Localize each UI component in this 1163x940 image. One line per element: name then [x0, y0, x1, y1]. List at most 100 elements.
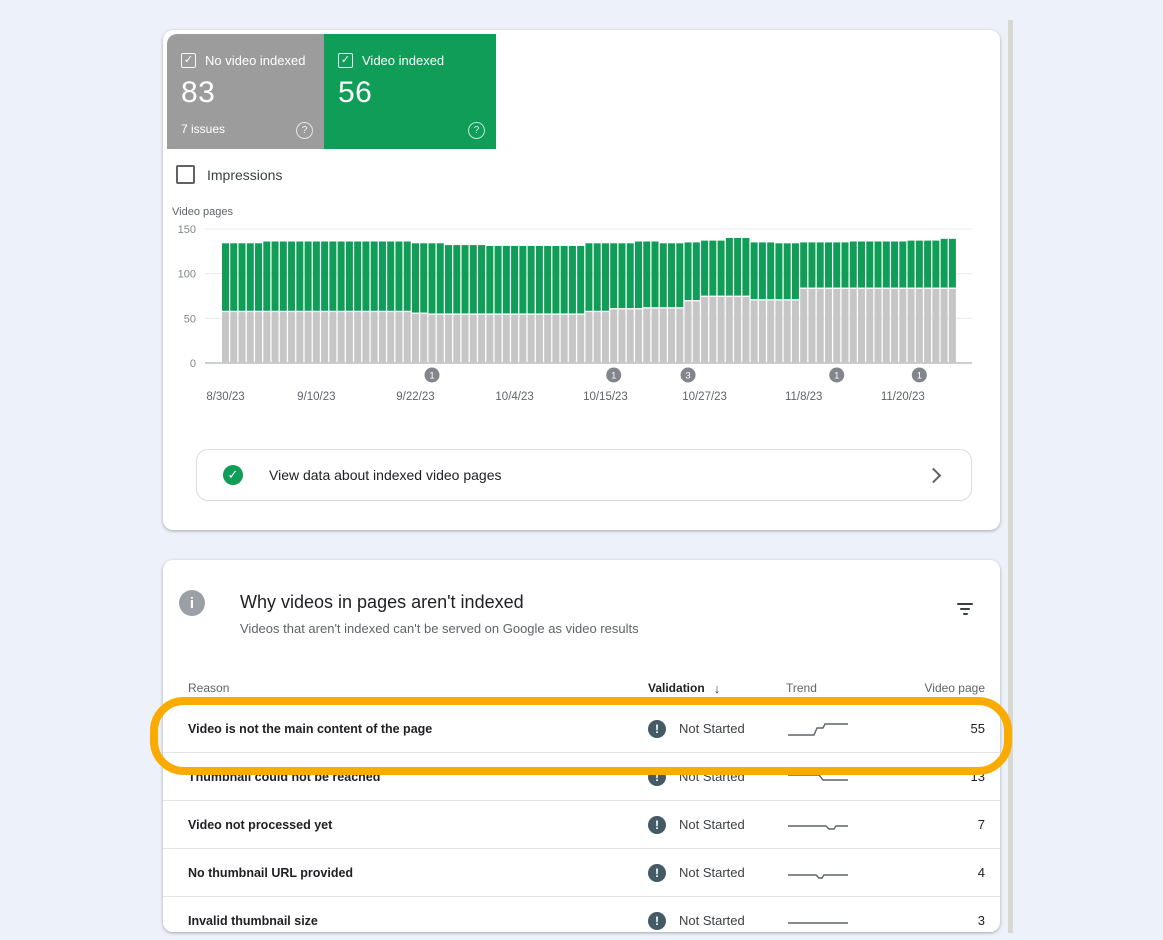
bar-segment-no-video[interactable]	[222, 312, 229, 363]
bar-segment-video[interactable]	[272, 242, 279, 311]
bar-segment-no-video[interactable]	[362, 312, 369, 363]
bar-segment-no-video[interactable]	[800, 289, 807, 363]
bar-segment-no-video[interactable]	[908, 289, 915, 363]
bar-segment-no-video[interactable]	[503, 315, 510, 363]
bar-segment-video[interactable]	[296, 242, 303, 311]
bar-segment-video[interactable]	[288, 242, 295, 311]
bar-segment-no-video[interactable]	[676, 309, 683, 363]
no-video-indexed-box[interactable]: ✓ No video indexed 83 7 issues ?	[167, 34, 324, 149]
bar-segment-no-video[interactable]	[395, 312, 402, 363]
bar-segment-video[interactable]	[676, 243, 683, 307]
bar-segment-no-video[interactable]	[726, 297, 733, 363]
bar-segment-video[interactable]	[932, 241, 939, 288]
bar-segment-no-video[interactable]	[445, 315, 452, 363]
bar-segment-video[interactable]	[800, 242, 807, 287]
bar-segment-video[interactable]	[313, 242, 320, 311]
bar-segment-no-video[interactable]	[239, 312, 246, 363]
bar-segment-no-video[interactable]	[932, 289, 939, 363]
bar-segment-video[interactable]	[693, 242, 700, 300]
bar-segment-video[interactable]	[478, 245, 485, 313]
bar-segment-no-video[interactable]	[916, 289, 923, 363]
bar-segment-video[interactable]	[486, 246, 493, 313]
bar-segment-video[interactable]	[379, 242, 386, 311]
bar-segment-no-video[interactable]	[891, 289, 898, 363]
bar-segment-video[interactable]	[280, 242, 287, 311]
bar-segment-no-video[interactable]	[321, 312, 328, 363]
bar-segment-no-video[interactable]	[379, 312, 386, 363]
bar-segment-no-video[interactable]	[883, 289, 890, 363]
help-icon[interactable]: ?	[296, 122, 313, 139]
bar-segment-no-video[interactable]	[618, 309, 625, 363]
bar-segment-video[interactable]	[371, 242, 378, 311]
bar-segment-video[interactable]	[338, 242, 345, 311]
bar-segment-video[interactable]	[222, 243, 229, 310]
bar-segment-video[interactable]	[536, 246, 543, 313]
bar-segment-video[interactable]	[247, 243, 254, 310]
bar-segment-no-video[interactable]	[255, 312, 262, 363]
bar-segment-video[interactable]	[412, 243, 419, 312]
bar-segment-video[interactable]	[585, 243, 592, 310]
bar-segment-video[interactable]	[429, 243, 436, 313]
bar-segment-no-video[interactable]	[792, 300, 799, 363]
bar-segment-video[interactable]	[726, 238, 733, 296]
bar-segment-video[interactable]	[643, 242, 650, 308]
bar-segment-video[interactable]	[775, 243, 782, 299]
bar-segment-video[interactable]	[255, 243, 262, 310]
bar-segment-video[interactable]	[329, 242, 336, 311]
bar-segment-no-video[interactable]	[685, 301, 692, 363]
bar-segment-no-video[interactable]	[544, 315, 551, 363]
bar-segment-no-video[interactable]	[569, 315, 576, 363]
bar-segment-video[interactable]	[759, 242, 766, 299]
column-header-video-page[interactable]: Video page	[916, 681, 985, 695]
no-video-indexed-checkbox[interactable]: ✓	[181, 53, 196, 68]
bar-segment-no-video[interactable]	[585, 312, 592, 363]
bar-segment-no-video[interactable]	[652, 309, 659, 363]
bar-segment-video[interactable]	[495, 246, 502, 313]
bar-segment-video[interactable]	[610, 243, 617, 308]
bar-segment-video[interactable]	[462, 245, 469, 313]
filter-icon[interactable]	[956, 603, 974, 615]
bar-segment-no-video[interactable]	[924, 289, 931, 363]
bar-segment-video[interactable]	[552, 246, 559, 313]
bar-segment-no-video[interactable]	[536, 315, 543, 363]
bar-segment-no-video[interactable]	[429, 315, 436, 363]
bar-segment-video[interactable]	[305, 242, 312, 311]
bar-segment-no-video[interactable]	[288, 312, 295, 363]
bar-segment-no-video[interactable]	[338, 312, 345, 363]
bar-segment-no-video[interactable]	[875, 289, 882, 363]
bar-segment-no-video[interactable]	[511, 315, 518, 363]
bar-segment-no-video[interactable]	[478, 315, 485, 363]
bar-segment-video[interactable]	[916, 241, 923, 288]
bar-segment-no-video[interactable]	[280, 312, 287, 363]
bar-segment-no-video[interactable]	[899, 289, 906, 363]
bar-segment-video[interactable]	[544, 246, 551, 313]
bar-segment-video[interactable]	[263, 242, 270, 311]
bar-segment-video[interactable]	[594, 243, 601, 310]
column-header-trend[interactable]: Trend	[786, 681, 916, 695]
video-indexed-checkbox[interactable]: ✓	[338, 53, 353, 68]
bar-segment-video[interactable]	[627, 243, 634, 308]
bar-segment-video[interactable]	[437, 243, 444, 313]
bar-segment-video[interactable]	[346, 242, 353, 311]
bar-segment-video[interactable]	[891, 242, 898, 288]
bar-segment-video[interactable]	[519, 246, 526, 313]
bar-segment-video[interactable]	[833, 242, 840, 287]
bar-segment-video[interactable]	[718, 241, 725, 296]
bar-segment-video[interactable]	[453, 245, 460, 313]
bar-segment-no-video[interactable]	[602, 312, 609, 363]
bar-segment-video[interactable]	[239, 243, 246, 310]
bar-segment-no-video[interactable]	[833, 289, 840, 363]
bar-segment-video[interactable]	[924, 241, 931, 288]
table-row[interactable]: Video is not the main content of the pag…	[163, 705, 1000, 753]
bar-segment-video[interactable]	[528, 246, 535, 313]
bar-segment-no-video[interactable]	[462, 315, 469, 363]
bar-segment-no-video[interactable]	[577, 315, 584, 363]
table-row[interactable]: Video not processed yet!Not Started7	[163, 801, 1000, 849]
bar-segment-no-video[interactable]	[941, 289, 948, 363]
bar-segment-video[interactable]	[230, 243, 237, 310]
bar-segment-video[interactable]	[362, 242, 369, 311]
help-icon[interactable]: ?	[468, 122, 485, 139]
bar-segment-video[interactable]	[395, 242, 402, 311]
bar-segment-no-video[interactable]	[693, 301, 700, 363]
bar-segment-no-video[interactable]	[817, 289, 824, 363]
